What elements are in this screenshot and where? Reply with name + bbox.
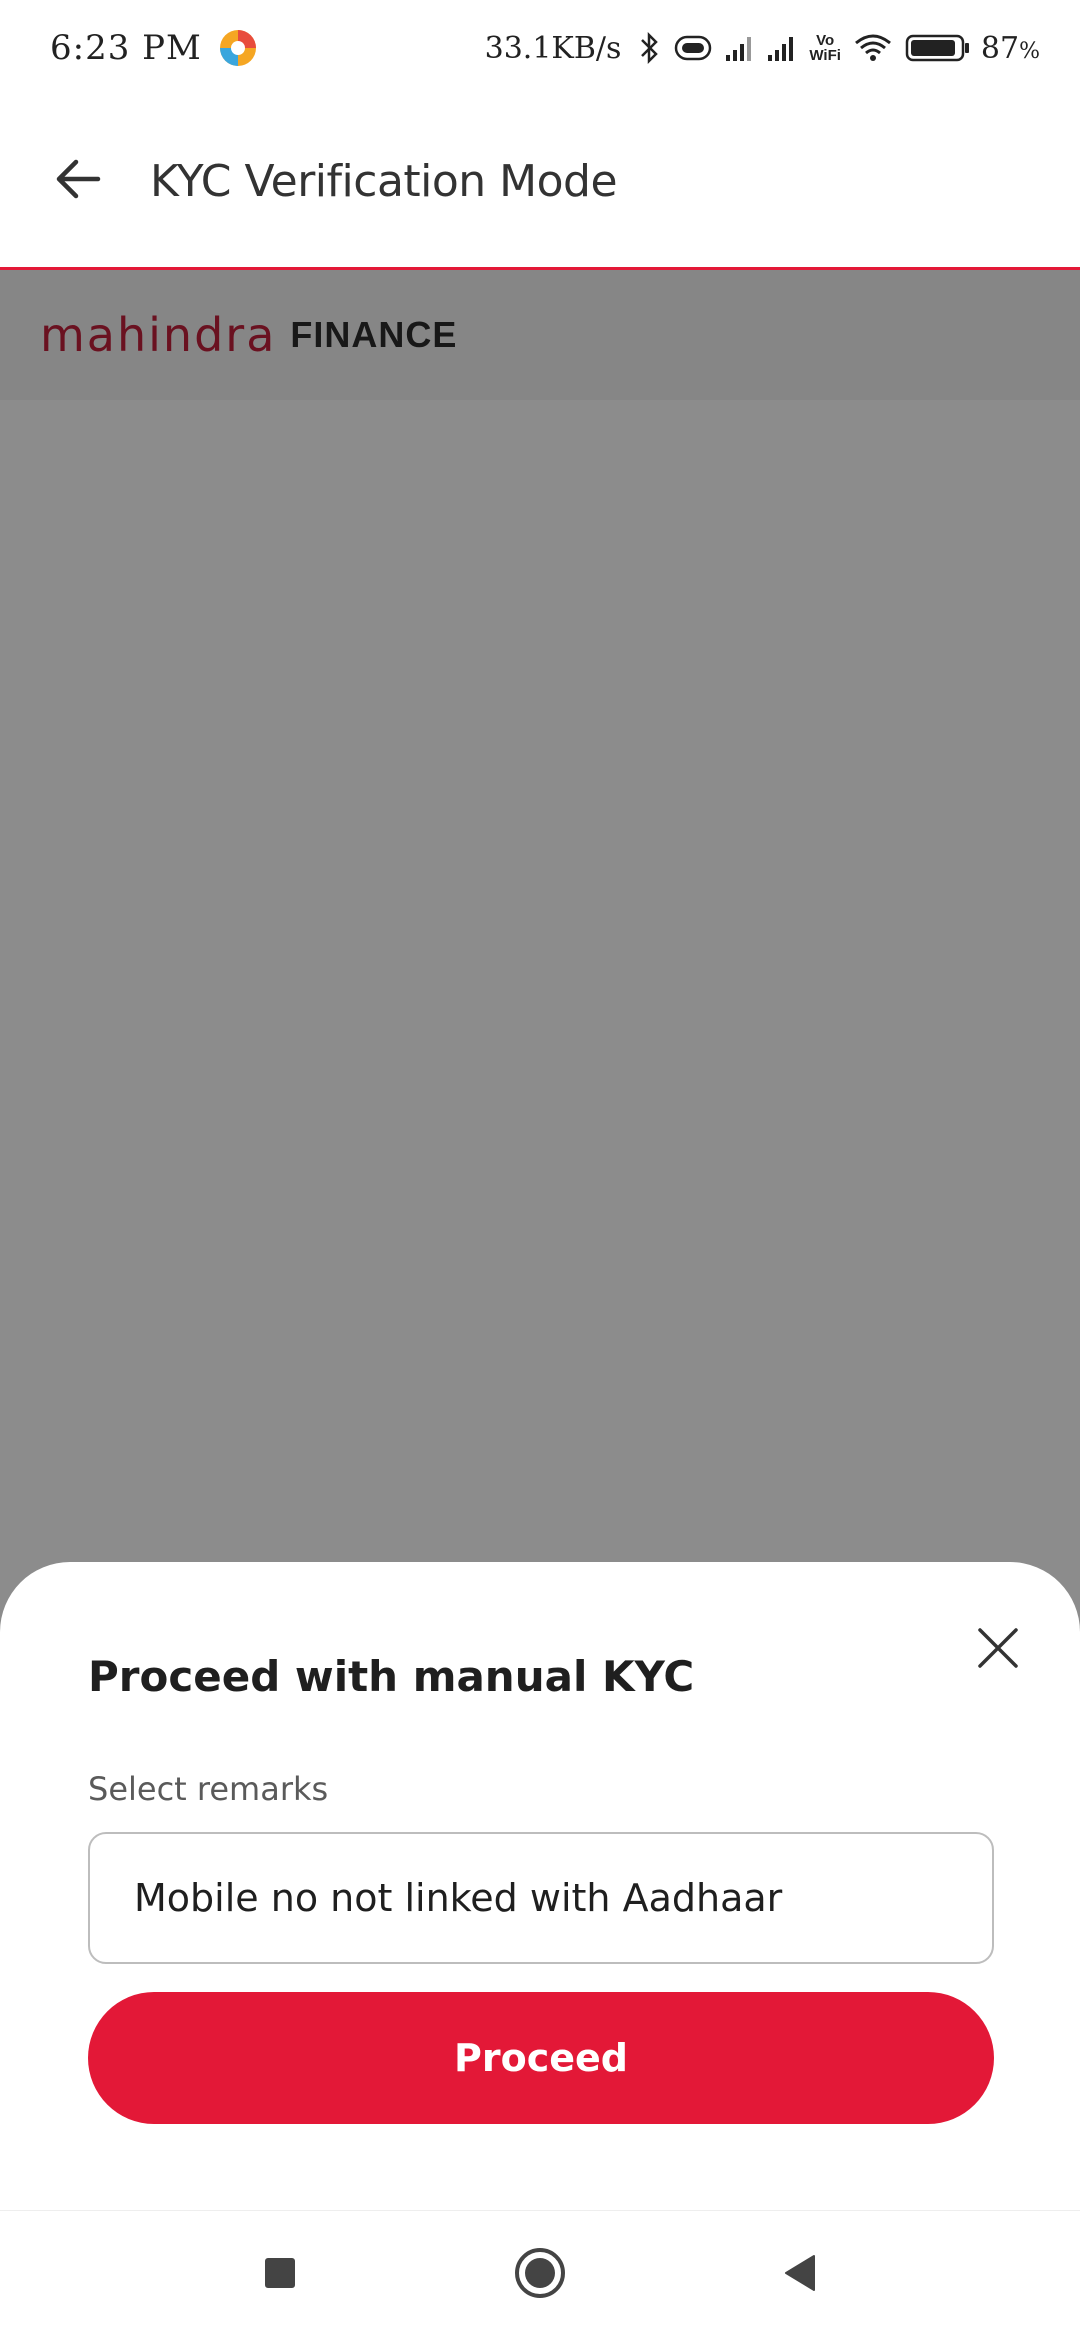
screen: 6:23 PM 33.1KB/s Vo WiFi 87% KYC Verific… xyxy=(0,0,1080,2340)
battery-unit: % xyxy=(1019,38,1040,64)
app-notification-icon xyxy=(218,28,258,68)
wifi-icon xyxy=(853,33,893,63)
arrow-left-icon xyxy=(52,153,104,210)
network-speed: 33.1KB/s xyxy=(484,30,622,66)
battery-level: 87 xyxy=(980,30,1020,66)
sheet-title: Proceed with manual KYC xyxy=(88,1652,695,1701)
status-left: 6:23 PM xyxy=(50,28,258,68)
vowifi-top-label: Vo xyxy=(816,32,835,49)
vibrate-icon xyxy=(673,33,713,63)
recents-button[interactable] xyxy=(240,2236,320,2316)
signal-icon xyxy=(767,33,797,63)
back-button[interactable] xyxy=(40,144,116,220)
back-nav-button[interactable] xyxy=(760,2236,840,2316)
vowifi-icon: Vo WiFi xyxy=(809,33,841,63)
close-button[interactable] xyxy=(972,1622,1024,1674)
signal-icon xyxy=(725,33,755,63)
remarks-selected-value: Mobile no not linked with Aadhaar xyxy=(134,1876,783,1920)
status-bar: 6:23 PM 33.1KB/s Vo WiFi 87% xyxy=(0,0,1080,96)
app-bar: KYC Verification Mode xyxy=(0,96,1080,270)
status-time: 6:23 PM xyxy=(50,28,202,68)
bluetooth-icon xyxy=(639,31,661,65)
back-triangle-icon xyxy=(780,2253,820,2298)
proceed-button[interactable]: Proceed xyxy=(88,1992,994,2124)
battery-percentage: 87% xyxy=(981,31,1040,66)
close-icon xyxy=(972,1628,1024,1678)
remarks-label: Select remarks xyxy=(88,1770,329,1808)
system-nav-bar xyxy=(0,2210,1080,2340)
page-title: KYC Verification Mode xyxy=(150,156,618,207)
home-circle-icon xyxy=(514,2247,566,2304)
battery-icon xyxy=(905,33,971,63)
home-button[interactable] xyxy=(500,2236,580,2316)
manual-kyc-sheet: Proceed with manual KYC Select remarks M… xyxy=(0,1562,1080,2210)
remarks-select[interactable]: Mobile no not linked with Aadhaar xyxy=(88,1832,994,1964)
status-right: 33.1KB/s Vo WiFi 87% xyxy=(485,31,1040,66)
recents-square-icon xyxy=(263,2256,297,2295)
proceed-label: Proceed xyxy=(454,2036,628,2080)
vowifi-bottom-label: WiFi xyxy=(809,47,841,64)
